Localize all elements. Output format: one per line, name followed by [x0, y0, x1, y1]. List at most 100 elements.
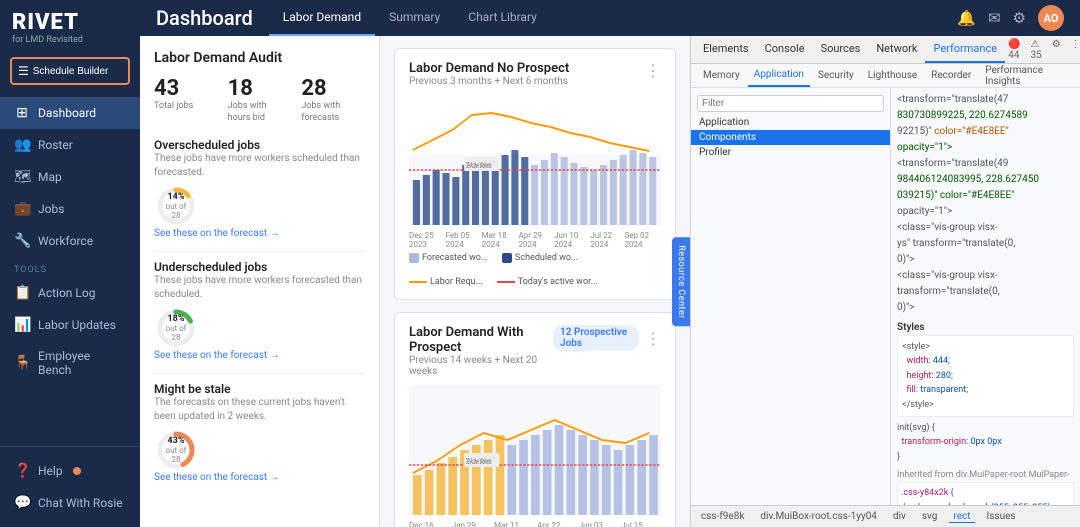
sidebar-item-jobs[interactable]: 💼 Jobs — [0, 193, 140, 225]
devtools-tab-performance[interactable]: Performance — [925, 36, 1005, 63]
code-line: 039215)" color="#E4E8EE" — [897, 188, 1074, 204]
code-style-line: <style> — [902, 340, 1069, 354]
donut-stale: 43% out of 28 — [154, 428, 198, 472]
underscheduled-link[interactable]: See these on the forecast → — [154, 350, 365, 361]
donut-row-over: 14% out of 28 — [154, 184, 365, 228]
devtools-more-icon[interactable]: ⋮ — [1068, 39, 1080, 61]
sidebar-item-label: Employee Bench — [38, 349, 126, 377]
devtools-list-profiler[interactable]: Profiler — [691, 145, 890, 160]
devtools-styles-title: Styles — [897, 322, 1074, 333]
devtools-tab-console[interactable]: Console — [757, 36, 813, 63]
devtools-list-components[interactable]: Components — [691, 130, 890, 145]
svg-text:39 Active Workers: 39 Active Workers — [466, 163, 491, 171]
devtools-bottom-muibox[interactable]: div.MuiBox-root.css-1yy04 — [756, 511, 881, 522]
sidebar-item-action-log[interactable]: 📋 Action Log — [0, 277, 140, 309]
devtools-subtab-lighthouse[interactable]: Lighthouse — [862, 64, 923, 87]
code-line: 92215)" color="#E4E8EE" — [897, 124, 1074, 140]
devtools-subtab-recorder[interactable]: Recorder — [925, 64, 977, 87]
code-style-line: width: 444; — [902, 354, 1069, 368]
devtools-subtab-memory[interactable]: Memory — [697, 64, 746, 87]
sidebar: RIVET for LMD Revisited ☰ Schedule Build… — [0, 0, 140, 527]
code-line: <class="vis-group visx- — [897, 220, 1074, 236]
devtools-tab-network[interactable]: Network — [868, 36, 925, 63]
chart-no-prospect: Labor Demand No Prospect Previous 3 mont… — [394, 48, 676, 300]
devtools-subtab-application[interactable]: Application — [748, 64, 810, 87]
help-icon: ❓ — [14, 463, 30, 479]
tools-section-label: TOOLS — [0, 257, 140, 277]
chart-area-2: 39 Active Workers Dec 16 2023 Jan 29 202… — [409, 385, 661, 527]
sidebar-item-label: Action Log — [38, 286, 95, 300]
schedule-builder-button[interactable]: ☰ Schedule Builder — [10, 57, 130, 85]
devtools-styles-block: <style> width: 444; height: 280; fill: t… — [897, 335, 1074, 417]
resource-center-button[interactable]: Resource Center — [672, 237, 690, 327]
devtools-bottom-issues[interactable]: Issues — [983, 511, 1020, 522]
sidebar-item-help[interactable]: ❓ Help — [0, 455, 140, 487]
sidebar-item-label: Help — [38, 464, 63, 478]
devtools-bottom-svg[interactable]: svg — [918, 511, 942, 522]
topnav-tabs: Labor Demand Summary Chart Library — [269, 0, 551, 36]
devtools-subtab-perf-insights[interactable]: Performance Insights — [979, 64, 1074, 87]
devtools-subtab-security[interactable]: Security — [812, 64, 860, 87]
chart-sub-2: Previous 14 weeks + Next 20 weeks — [409, 355, 553, 377]
devtools-panel: Elements Console Sources Network Perform… — [690, 36, 1080, 527]
sidebar-item-chat-rosie[interactable]: 💬 Chat With Rosie — [0, 487, 140, 519]
devtools-settings-icon[interactable]: ⚙ — [1049, 39, 1064, 61]
devtools-icons-right: 🔴 44 ⚠ 35 ⚙ ⋮ — [1005, 39, 1080, 61]
svg-text:39 Active Workers: 39 Active Workers — [466, 459, 491, 467]
chart-menu-icon-1[interactable]: ⋮ — [645, 61, 661, 80]
bell-icon[interactable]: 🔔 — [957, 9, 976, 27]
gear-icon[interactable]: ⚙ — [1013, 9, 1026, 27]
chart-menu-icon-2[interactable]: ⋮ — [645, 329, 661, 348]
sidebar-item-employee-bench[interactable]: 🪑 Employee Bench — [0, 341, 140, 385]
sidebar-item-label: Roster — [38, 138, 73, 152]
devtools-bottom-rect[interactable]: rect — [949, 511, 974, 523]
chart-area-1: 39 Active Workers Dec 25 2023 Feb 05 202… — [409, 95, 661, 249]
devtools-filter — [691, 92, 890, 115]
dashboard-icon: ⊞ — [14, 105, 30, 121]
code-line: <class="vis-group visx- — [897, 268, 1074, 284]
audit-overscheduled: Overscheduled jobs These jobs have more … — [154, 138, 365, 239]
devtools-tab-sources[interactable]: Sources — [813, 36, 869, 63]
legend-color-forecasted-1 — [409, 253, 419, 263]
sidebar-item-map[interactable]: 🗺 Map — [0, 161, 140, 193]
left-panel: Labor Demand Audit 43 Total jobs 18 Jobs… — [140, 36, 380, 527]
devtools-tab-elements[interactable]: Elements — [695, 36, 757, 63]
devtools-body: Application Components Profiler <transfo… — [691, 88, 1080, 505]
topnav: Dashboard Labor Demand Summary Chart Lib… — [140, 0, 1080, 36]
donut-label-over: 14% out of 28 — [165, 192, 187, 220]
sidebar-item-labor-updates[interactable]: 📊 Labor Updates — [0, 309, 140, 341]
devtools-code-block: <transform="translate(47 830730899225, 2… — [897, 92, 1074, 316]
underscheduled-desc: These jobs have more workers forecasted … — [154, 274, 365, 302]
sidebar-item-roster[interactable]: 👥 Roster — [0, 129, 140, 161]
devtools-filter-input[interactable] — [697, 95, 884, 112]
overscheduled-link[interactable]: See these on the forecast → — [154, 228, 365, 239]
tab-chart-library[interactable]: Chart Library — [454, 0, 551, 36]
stat-label-hours: Jobs with hours bid — [228, 101, 292, 124]
code-line: opacity="1"> — [897, 204, 1074, 220]
tab-labor-demand[interactable]: Labor Demand — [269, 0, 375, 36]
code-line: ys" transform="translate(0, — [897, 236, 1074, 252]
page-title: Dashboard — [156, 6, 253, 30]
chart-with-prospect: Labor Demand With Prospect Previous 14 w… — [394, 312, 676, 527]
donut-label-under: 18% out of 28 — [165, 314, 187, 342]
audit-title: Labor Demand Audit — [154, 50, 365, 66]
stale-link[interactable]: See these on the forecast → — [154, 472, 365, 483]
devtools-bottom-div[interactable]: div — [889, 511, 910, 522]
devtools-list-application[interactable]: Application — [691, 115, 890, 130]
code-line: 830730899225, 220.6274589 — [897, 108, 1074, 124]
code-line: <transform="translate(47 — [897, 92, 1074, 108]
legend-forecasted-1: Forecasted wo... — [409, 253, 488, 263]
mail-icon[interactable]: ✉ — [988, 9, 1001, 27]
tab-summary[interactable]: Summary — [375, 0, 454, 36]
legend-color-scheduled-1 — [502, 253, 512, 263]
code-style-line: height: 280; — [902, 369, 1069, 383]
chart-legend-1: Forecasted wo... Scheduled wo... Labor R… — [409, 253, 661, 287]
chart-x-labels-1: Dec 25 2023 Feb 05 2024 Mar 18 2024 Apr … — [409, 231, 661, 249]
devtools-bottom-css[interactable]: css-f9e8k — [697, 511, 748, 522]
avatar[interactable]: AO — [1038, 5, 1064, 31]
stat-num-total: 43 — [154, 76, 218, 101]
devtools-count-2: ⚠ 35 — [1028, 39, 1045, 61]
sidebar-item-dashboard[interactable]: ⊞ Dashboard — [0, 97, 140, 129]
sidebar-item-workforce[interactable]: 🔧 Workforce — [0, 225, 140, 257]
sidebar-item-label: Jobs — [38, 202, 64, 216]
